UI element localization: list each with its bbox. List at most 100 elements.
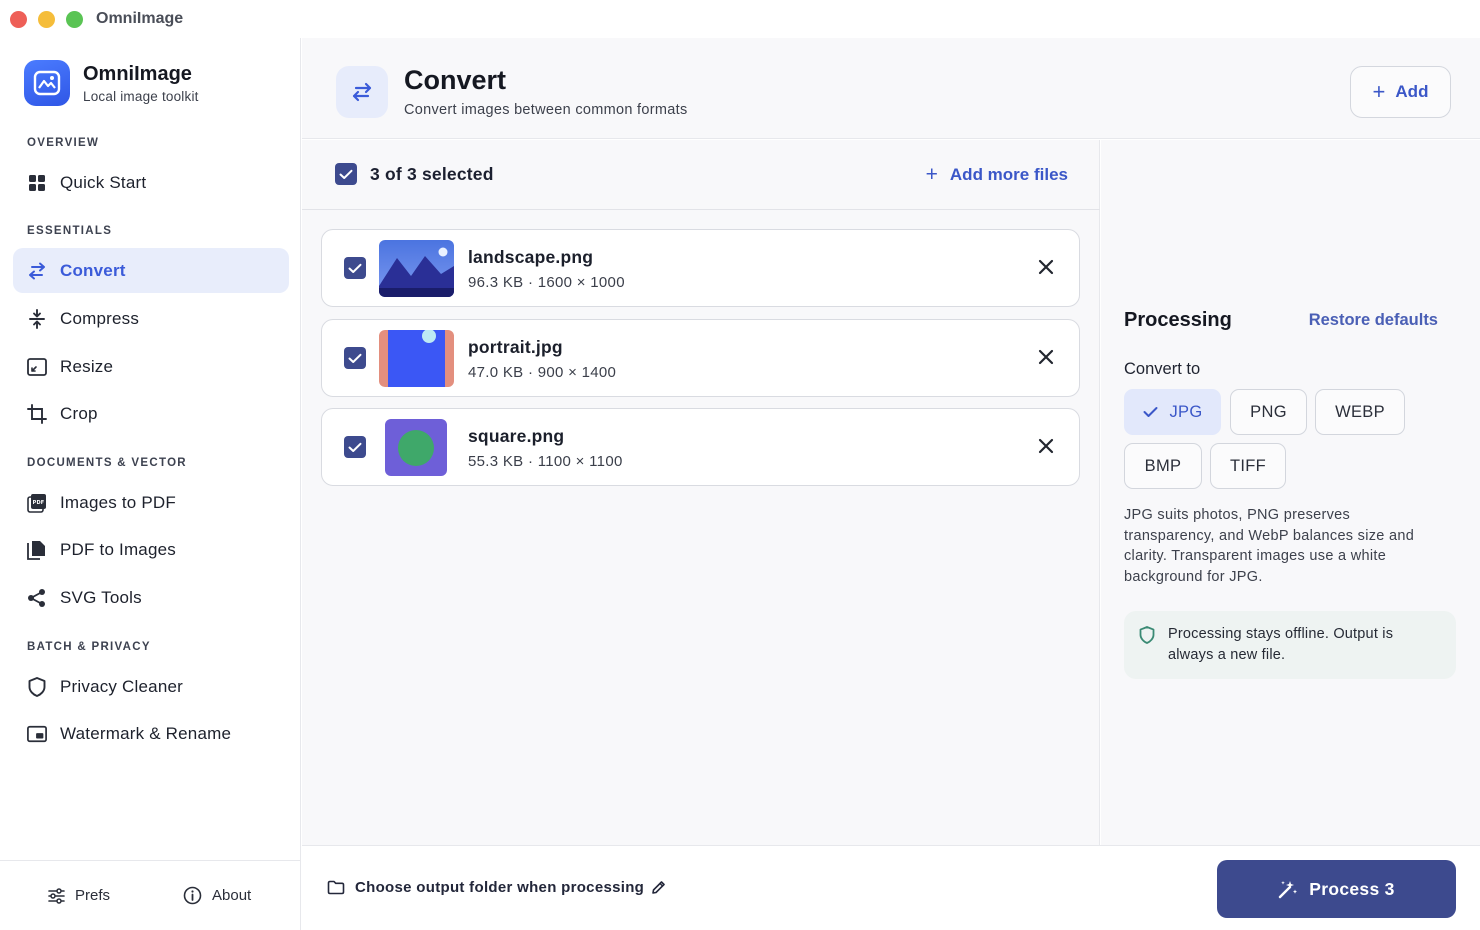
folder-icon (327, 880, 345, 895)
section-batch-privacy: BATCH & PRIVACY (27, 641, 151, 653)
format-option-bmp[interactable]: BMP (1124, 443, 1202, 489)
file-row[interactable]: square.png 55.3 KB · 1100 × 1100 (321, 408, 1080, 486)
sidebar-item-watermark-rename[interactable]: Watermark & Rename (13, 711, 289, 756)
info-icon (183, 886, 202, 905)
sidebar-item-svg-tools[interactable]: SVG Tools (13, 575, 289, 620)
file-row[interactable]: portrait.jpg 47.0 KB · 900 × 1400 (321, 319, 1080, 397)
app-subtitle: Local image toolkit (83, 88, 199, 104)
picture-in-picture-icon (27, 724, 47, 744)
processing-title: Processing (1124, 309, 1232, 331)
window-title: OmniImage (96, 10, 184, 27)
grid-icon (27, 173, 47, 193)
sidebar-item-pdf-to-images[interactable]: PDF to Images (13, 527, 289, 572)
app-name: OmniImage (83, 62, 192, 85)
remove-file-close-icon[interactable] (1037, 348, 1055, 366)
format-label: WEBP (1335, 402, 1385, 421)
sidebar-item-compress[interactable]: Compress (13, 296, 289, 341)
file-meta: 47.0 KB · 900 × 1400 (468, 364, 617, 381)
sidebar-item-convert[interactable]: Convert (13, 248, 289, 293)
add-more-files-button[interactable]: + Add more files (926, 164, 1068, 185)
sliders-icon (48, 887, 65, 904)
file-meta: 55.3 KB · 1100 × 1100 (468, 453, 623, 470)
sidebar-item-label: Watermark & Rename (60, 723, 232, 743)
about-label: About (212, 887, 252, 904)
file-name: landscape.png (468, 247, 594, 267)
swap-arrows-icon (336, 66, 388, 118)
share-nodes-icon (27, 588, 47, 608)
resize-icon (27, 357, 47, 377)
output-folder-button[interactable]: Choose output folder when processing (327, 879, 666, 896)
output-folder-label: Choose output folder when processing (355, 879, 645, 896)
pdf-icon: PDF (27, 493, 47, 513)
section-essentials: ESSENTIALS (27, 225, 113, 237)
sidebar-item-label: SVG Tools (60, 587, 142, 607)
sidebar-footer: Prefs About (0, 860, 301, 930)
sidebar-item-label: Quick Start (60, 172, 147, 192)
select-all-checkbox[interactable] (335, 163, 357, 185)
process-label: Process 3 (1309, 878, 1395, 899)
minimize-window-button[interactable] (38, 10, 55, 28)
file-name: portrait.jpg (468, 337, 563, 357)
shield-icon (1139, 626, 1155, 644)
add-button[interactable]: + Add (1350, 66, 1451, 118)
format-option-png[interactable]: PNG (1230, 389, 1307, 435)
compress-icon (27, 308, 47, 329)
file-list-panel: 3 of 3 selected + Add more files landsca… (302, 140, 1100, 845)
processing-panel: Processing Restore defaults Convert to J… (1101, 140, 1480, 845)
process-button[interactable]: Process 3 (1217, 860, 1456, 918)
check-icon (348, 263, 362, 273)
crop-icon (27, 403, 47, 424)
remove-file-close-icon[interactable] (1037, 437, 1055, 455)
file-copy-icon (27, 540, 47, 560)
close-window-button[interactable] (10, 10, 27, 28)
plus-icon: + (1372, 79, 1386, 104)
prefs-label: Prefs (75, 887, 111, 904)
sidebar-item-resize[interactable]: Resize (13, 344, 289, 389)
sidebar-item-label: PDF to Images (60, 539, 176, 559)
about-button[interactable]: About (183, 886, 251, 905)
page-header: Convert Convert images between common fo… (302, 38, 1480, 139)
prefs-button[interactable]: Prefs (48, 887, 110, 904)
sidebar-item-crop[interactable]: Crop (13, 391, 289, 436)
section-overview: OVERVIEW (27, 137, 100, 149)
app-logo-icon (24, 60, 70, 106)
zoom-window-button[interactable] (66, 10, 83, 28)
remove-file-close-icon[interactable] (1037, 258, 1055, 276)
format-description: JPG suits photos, PNG preserves transpar… (1124, 507, 1415, 585)
file-checkbox[interactable] (344, 436, 366, 458)
page-subtitle: Convert images between common formats (404, 102, 688, 118)
svg-text:PDF: PDF (33, 500, 45, 506)
convert-to-label: Convert to (1124, 360, 1201, 378)
sidebar-item-privacy-cleaner[interactable]: Privacy Cleaner (13, 664, 289, 709)
action-bar: Choose output folder when processing Pro… (302, 845, 1480, 930)
format-label: TIFF (1229, 456, 1267, 475)
file-checkbox[interactable] (344, 347, 366, 369)
format-label: PNG (1250, 402, 1287, 421)
sidebar-item-label: Crop (60, 403, 98, 423)
square-thumbnail (385, 419, 447, 476)
plus-icon: + (925, 163, 938, 186)
format-option-jpg[interactable]: JPG (1124, 389, 1221, 435)
sidebar: OmniImage Local image toolkit OVERVIEW Q… (0, 38, 301, 930)
magic-wand-icon (1279, 881, 1298, 899)
sidebar-item-label: Convert (60, 260, 126, 280)
sidebar-item-quick-start[interactable]: Quick Start (13, 160, 289, 205)
check-icon (348, 442, 362, 452)
format-label: JPG (1169, 402, 1203, 421)
offline-notice: Processing stays offline. Output is alwa… (1124, 611, 1456, 679)
add-more-label: Add more files (949, 164, 1068, 184)
restore-defaults-link[interactable]: Restore defaults (1309, 311, 1438, 330)
shield-icon (27, 676, 47, 697)
portrait-thumbnail (379, 330, 454, 387)
file-checkbox[interactable] (344, 257, 366, 279)
check-icon (339, 169, 353, 179)
file-list-header: 3 of 3 selected + Add more files (302, 140, 1100, 210)
file-row[interactable]: landscape.png 96.3 KB · 1600 × 1000 (321, 229, 1080, 307)
sidebar-item-images-to-pdf[interactable]: PDF Images to PDF (13, 480, 289, 525)
sidebar-item-label: Images to PDF (60, 492, 176, 512)
check-icon (1143, 407, 1157, 417)
file-meta: 96.3 KB · 1600 × 1000 (468, 274, 625, 291)
format-option-webp[interactable]: WEBP (1315, 389, 1405, 435)
sidebar-item-label: Compress (60, 308, 140, 328)
format-option-tiff[interactable]: TIFF (1210, 443, 1286, 489)
